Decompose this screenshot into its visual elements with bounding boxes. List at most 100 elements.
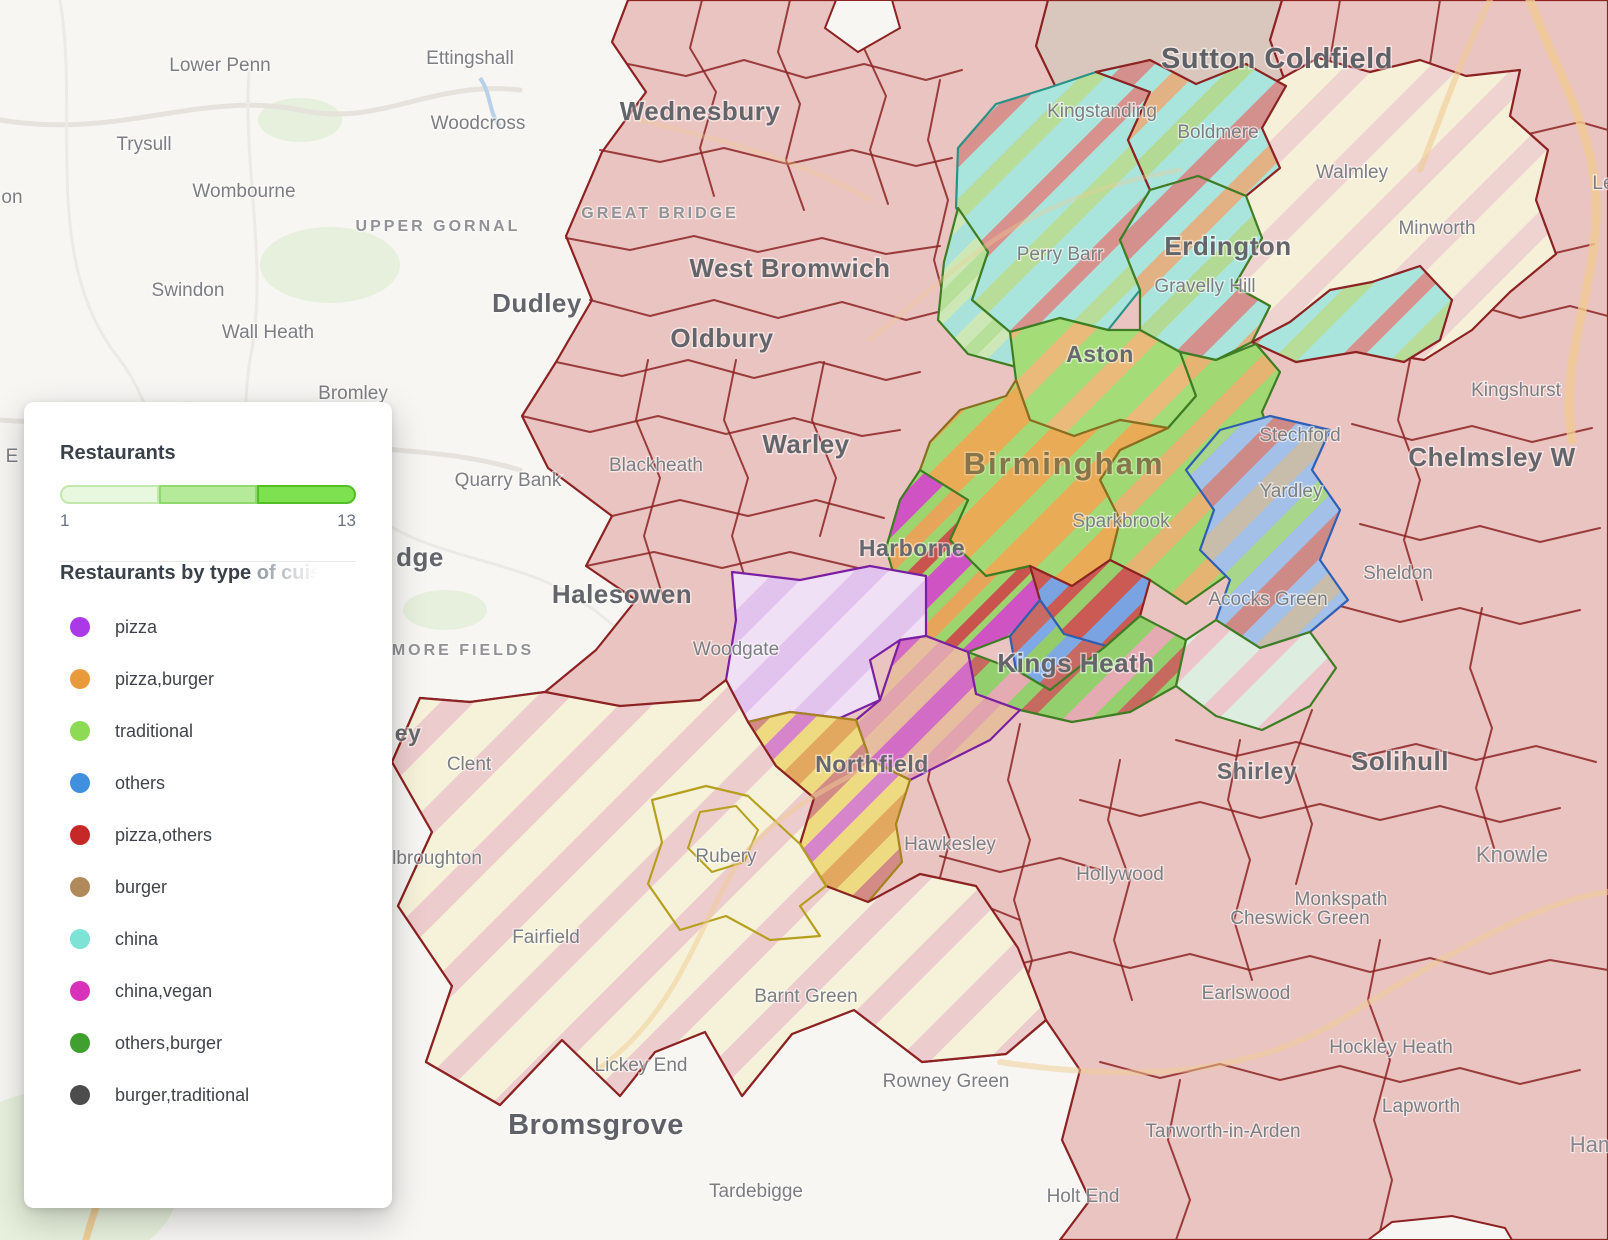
legend-color-dot <box>70 981 90 1001</box>
legend-item-pizza-burger[interactable]: pizza,burger <box>60 653 356 705</box>
map-label: Sheldon <box>1363 563 1433 584</box>
map-label: Swindon <box>152 280 225 301</box>
legend-item-traditional[interactable]: traditional <box>60 705 356 757</box>
map-label: E <box>6 446 19 467</box>
legend-item-label: traditional <box>115 721 193 742</box>
cuisine-section-title-faded: of cuis <box>257 562 321 584</box>
map-label: on <box>1 187 22 208</box>
cuisine-legend-list: pizza pizza,burger traditional others pi… <box>60 601 356 1121</box>
map-label: GREAT BRIDGE <box>581 205 738 222</box>
legend-color-dot <box>70 1085 90 1105</box>
legend-item-label: pizza,others <box>115 825 212 846</box>
map-label: Kings Heath <box>997 648 1154 678</box>
map-label: Harborne <box>859 535 965 561</box>
map-label: Ham <box>1570 1132 1608 1157</box>
legend-panel: Restaurants 1 13 Restaurants by type of … <box>24 402 392 1208</box>
map-label: Woodgate <box>693 639 779 660</box>
map-label: Chelmsley W <box>1408 442 1575 472</box>
legend-item-others[interactable]: others <box>60 757 356 809</box>
legend-item-pizza[interactable]: pizza <box>60 601 356 653</box>
map-label: Sutton Coldfield <box>1161 43 1393 75</box>
legend-item-china[interactable]: china <box>60 913 356 965</box>
legend-item-label: burger <box>115 877 167 898</box>
legend-item-burger[interactable]: burger <box>60 861 356 913</box>
legend-item-label: others <box>115 773 165 794</box>
map-label: Rowney Green <box>883 1071 1010 1092</box>
legend-color-dot <box>70 825 90 845</box>
map-label: Hollywood <box>1076 864 1164 885</box>
legend-item-label: china,vegan <box>115 981 212 1002</box>
map-label: Aston <box>1066 341 1134 367</box>
map-label: Earlswood <box>1202 983 1291 1004</box>
map-label: Woodcross <box>431 113 526 134</box>
map-label: Wombourne <box>192 181 295 202</box>
map-label: Boldmere <box>1177 122 1258 143</box>
map-label: Solihull <box>1351 746 1449 776</box>
map-label: Gravelly Hill <box>1154 276 1255 297</box>
map-label: Stechford <box>1259 425 1340 446</box>
legend-color-dot <box>70 773 90 793</box>
map-label: Bromsgrove <box>508 1109 684 1141</box>
map-label: UPPER GORNAL <box>356 218 521 235</box>
map-label: Clent <box>447 754 492 775</box>
legend-title: Restaurants <box>60 442 356 465</box>
legend-color-dot <box>70 877 90 897</box>
map-label: Perry Barr <box>1017 244 1104 265</box>
map-label: Rubery <box>695 846 757 867</box>
legend-item-label: china <box>115 929 158 950</box>
map-label: MORE FIELDS <box>392 642 534 659</box>
map-label: Wall Heath <box>222 322 314 343</box>
map-label: Fairfield <box>512 927 580 948</box>
map-label: Walmley <box>1316 162 1389 183</box>
legend-item-burger-traditional[interactable]: burger,traditional <box>60 1069 356 1121</box>
map-label: lbroughton <box>392 848 482 869</box>
scale-min-label: 1 <box>60 511 69 531</box>
map-label: Erdington <box>1164 231 1291 261</box>
map-label: Halesowen <box>552 579 692 609</box>
map-label: Holt End <box>1047 1186 1120 1207</box>
map-label: Trysull <box>116 134 171 155</box>
map-label: Knowle <box>1476 842 1548 867</box>
map-label: Quarry Bank <box>455 470 562 491</box>
map-label: Warley <box>762 429 849 459</box>
map-label: Birmingham <box>964 446 1165 481</box>
map-label: dge <box>396 542 444 572</box>
map-label: Blackheath <box>609 455 703 476</box>
legend-color-dot <box>70 929 90 949</box>
map-label: Minworth <box>1398 218 1475 239</box>
scale-segment-high <box>257 485 356 504</box>
map-label: Sparkbrook <box>1072 511 1170 532</box>
scale-segment-low <box>60 485 159 504</box>
map-label: Tanworth-in-Arden <box>1145 1121 1300 1142</box>
map-label: Barnt Green <box>754 986 858 1007</box>
map-label: Lapworth <box>1382 1096 1460 1117</box>
legend-item-pizza-others[interactable]: pizza,others <box>60 809 356 861</box>
map-label: Lickey End <box>595 1055 688 1076</box>
cuisine-section-title-main: Restaurants by type <box>60 562 257 584</box>
map-label: Lower Penn <box>169 55 270 76</box>
legend-color-dot <box>70 1033 90 1053</box>
map-label: Kingstanding <box>1047 101 1157 122</box>
map-label: Kingshurst <box>1471 380 1561 401</box>
legend-item-china-vegan[interactable]: china,vegan <box>60 965 356 1017</box>
map-stage: WednesburySutton ColdfieldWest BromwichD… <box>0 0 1608 1240</box>
map-label: Dudley <box>492 288 582 318</box>
map-label: Hawkesley <box>904 834 996 855</box>
scale-max-label: 13 <box>337 511 356 531</box>
legend-color-dot <box>70 669 90 689</box>
map-label: Acocks Green <box>1208 589 1327 610</box>
legend-item-others-burger[interactable]: others,burger <box>60 1017 356 1069</box>
scale-segment-mid <box>159 485 258 504</box>
map-label: Ettingshall <box>426 48 514 69</box>
cuisine-section-title: Restaurants by type of cuis <box>60 562 356 585</box>
map-label: West Bromwich <box>689 253 890 283</box>
map-label: Monkspath <box>1295 889 1388 910</box>
map-label: Tardebigge <box>709 1181 803 1202</box>
map-label: Northfield <box>815 751 929 777</box>
legend-item-label: others,burger <box>115 1033 222 1054</box>
map-label: Bromley <box>318 383 388 404</box>
map-label: Le <box>1592 173 1608 194</box>
legend-item-label: pizza,burger <box>115 669 214 690</box>
restaurant-count-scale[interactable] <box>60 485 356 504</box>
legend-color-dot <box>70 721 90 741</box>
